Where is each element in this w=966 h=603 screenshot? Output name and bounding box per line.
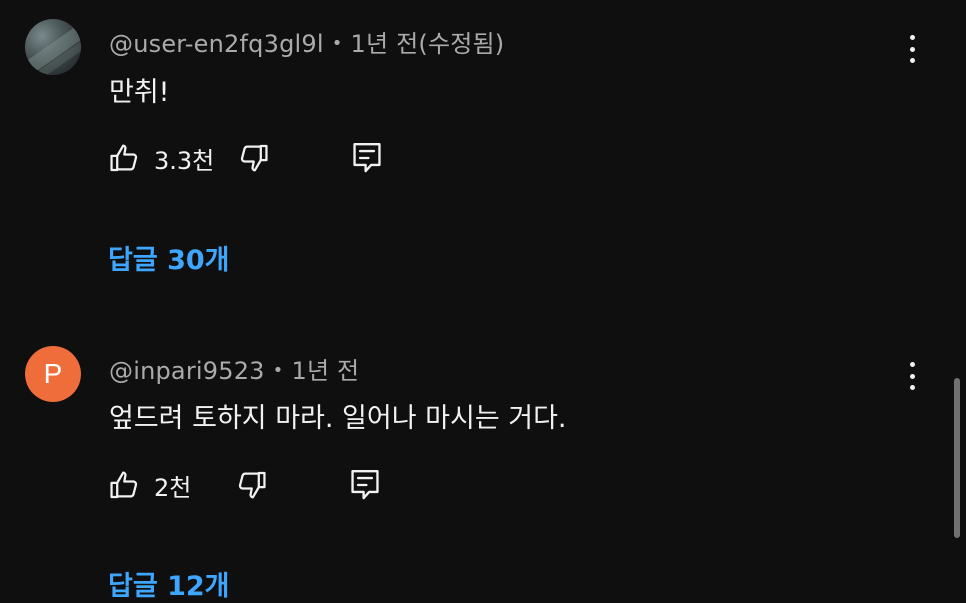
- comment-meta: @inpari9523 • 1년 전: [109, 351, 359, 386]
- like-button[interactable]: 3.3천: [108, 140, 214, 176]
- comment-time[interactable]: 1년 전: [291, 357, 359, 385]
- view-replies-button[interactable]: 답글 12개: [108, 564, 230, 603]
- thumbs-up-icon: [110, 144, 138, 172]
- more-vert-icon[interactable]: [898, 33, 926, 65]
- scrollbar[interactable]: [954, 378, 960, 538]
- like-button[interactable]: 2천: [108, 467, 191, 503]
- reply-comment-icon: [353, 142, 381, 173]
- dislike-button[interactable]: [234, 467, 268, 503]
- avatar[interactable]: [25, 19, 81, 75]
- comment-time[interactable]: 1년 전(수정됨): [351, 30, 505, 58]
- comment-author[interactable]: @inpari9523: [109, 357, 265, 385]
- avatar-letter: P: [43, 358, 63, 389]
- like-count: 3.3천: [154, 146, 215, 175]
- comment-text: 엎드려 토하지 마라. 일어나 마시는 거다.: [109, 403, 567, 434]
- view-replies-button[interactable]: 답글 30개: [108, 238, 230, 277]
- comment-author[interactable]: @user-en2fq3gl9l: [109, 30, 324, 58]
- comment-text: 만취!: [109, 77, 170, 108]
- comment-actions: 3.3천: [108, 140, 408, 176]
- comment-meta: @user-en2fq3gl9l • 1년 전(수정됨): [109, 24, 504, 59]
- meta-separator: •: [272, 360, 284, 381]
- reply-button[interactable]: [350, 140, 384, 176]
- reply-comment-icon: [351, 469, 379, 500]
- comment-actions: 2천: [108, 467, 408, 503]
- like-count: 2천: [154, 473, 192, 502]
- thumbs-down-icon: [240, 144, 268, 172]
- thumbs-up-icon: [110, 471, 138, 499]
- more-vert-icon[interactable]: [898, 360, 926, 392]
- dislike-button[interactable]: [236, 140, 270, 176]
- meta-separator: •: [331, 33, 343, 54]
- reply-button[interactable]: [348, 467, 382, 503]
- thumbs-down-icon: [238, 471, 266, 499]
- avatar[interactable]: P: [25, 346, 81, 402]
